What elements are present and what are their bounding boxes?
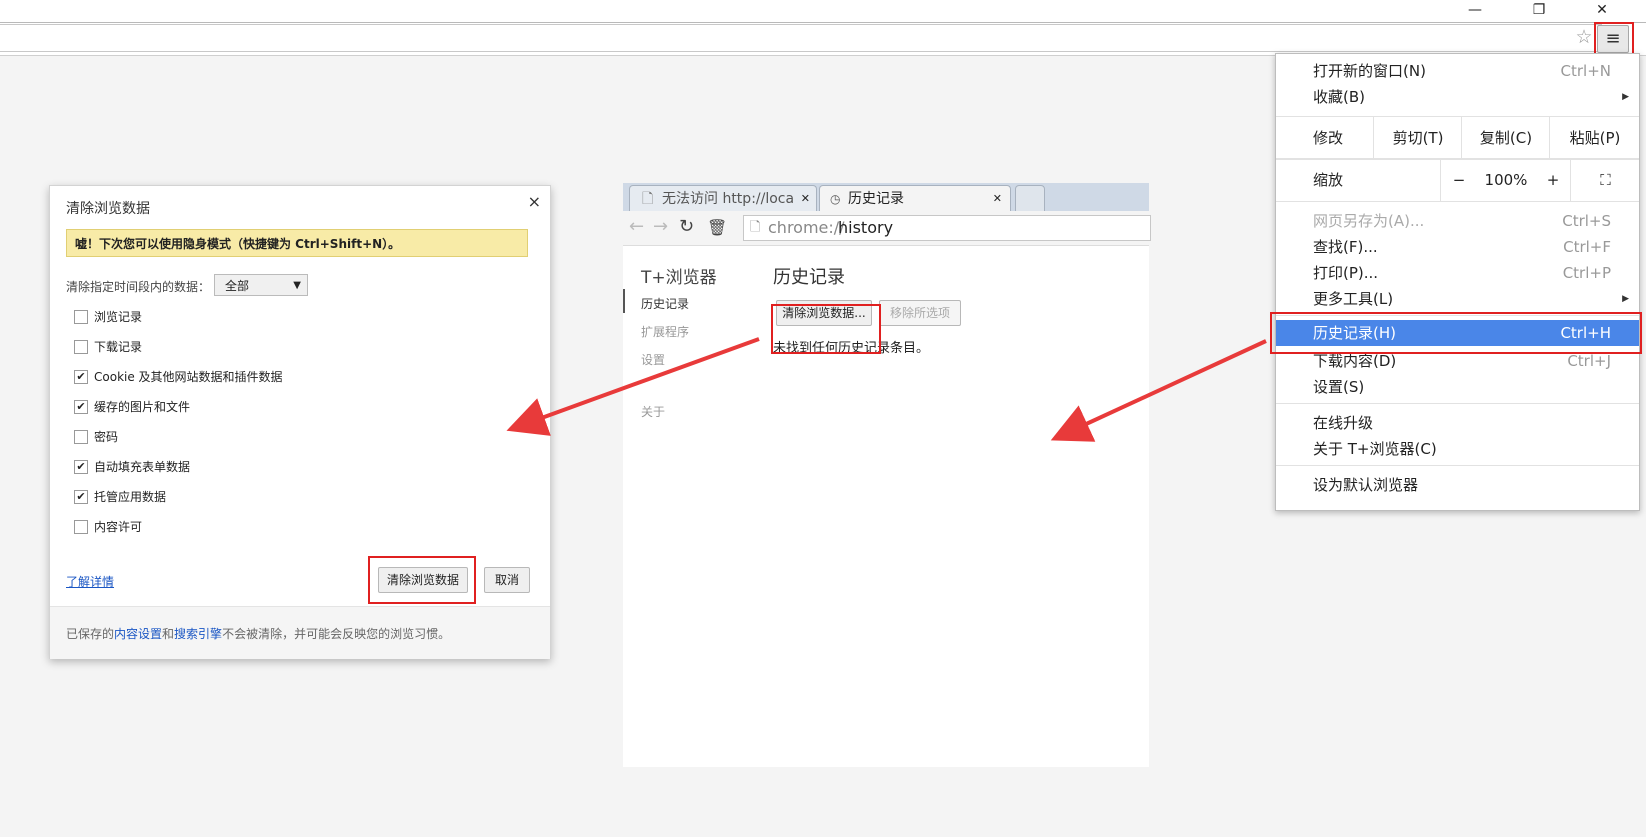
arrow-history-to-dialog [506, 337, 760, 436]
annotation-arrows [506, 337, 1267, 442]
arrow-menu-to-history [1050, 339, 1267, 442]
